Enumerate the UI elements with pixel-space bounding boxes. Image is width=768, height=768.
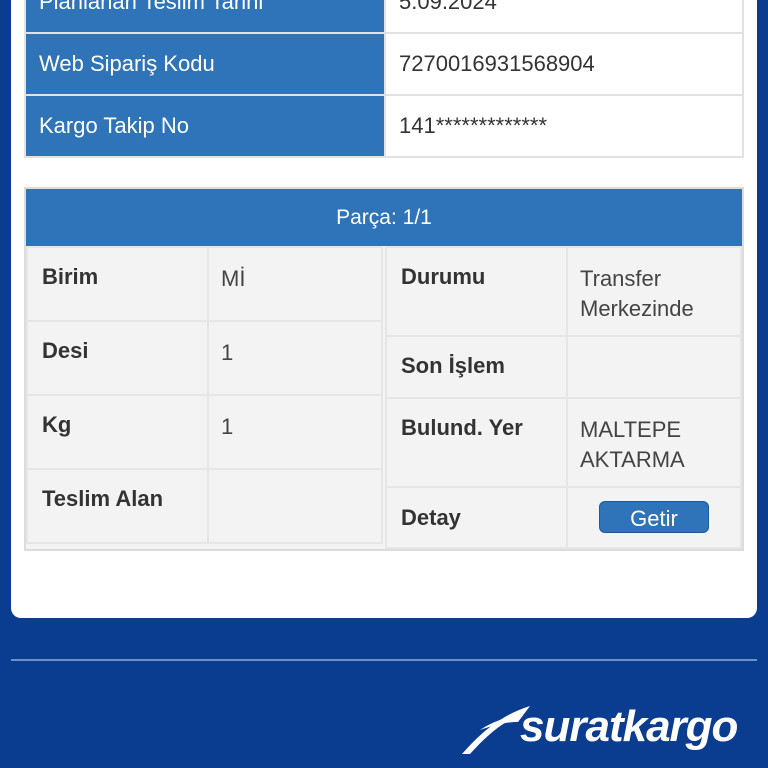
part-label: Son İşlem xyxy=(385,335,568,399)
footer-divider xyxy=(11,659,757,661)
shipment-info-table: Planlanan Teslim Tarihi 5.09.2024 Web Si… xyxy=(24,0,744,158)
part-value: Mİ xyxy=(207,246,383,322)
detail-cell: Getir xyxy=(566,486,742,549)
part-row: Kg 1 xyxy=(26,394,383,470)
part-value xyxy=(207,468,383,544)
part-panel: Parça: 1/1 Birim Mİ Desi 1 Kg 1 Teslim A… xyxy=(24,187,744,551)
part-value xyxy=(566,335,742,399)
part-label: Teslim Alan xyxy=(26,468,209,544)
part-label: Birim xyxy=(26,246,209,322)
location-value: MALTEPE AKTARMA xyxy=(566,397,742,488)
part-label: Durumu xyxy=(385,246,568,337)
part-row: Desi 1 xyxy=(26,320,383,396)
info-value: 5.09.2024 xyxy=(384,0,744,34)
info-row-tracking-no: Kargo Takip No 141************* xyxy=(24,94,744,158)
part-row: Durumu Transfer Merkezinde xyxy=(385,246,742,337)
info-row-web-order-code: Web Sipariş Kodu 7270016931568904 xyxy=(24,32,744,96)
getir-button[interactable]: Getir xyxy=(599,500,709,533)
info-row-planned-delivery: Planlanan Teslim Tarihi 5.09.2024 xyxy=(24,0,744,34)
part-row: Birim Mİ xyxy=(26,246,383,322)
info-value: 7270016931568904 xyxy=(384,32,744,96)
suratkargo-logo: suratkargo xyxy=(458,700,758,758)
part-value: 1 xyxy=(207,320,383,396)
part-right-table: Durumu Transfer Merkezinde Son İşlem Bul… xyxy=(385,246,742,549)
part-row: Son İşlem xyxy=(385,335,742,399)
part-label: Desi xyxy=(26,320,209,396)
part-label: Kg xyxy=(26,394,209,470)
part-header: Parça: 1/1 xyxy=(26,189,742,246)
part-row: Bulund. Yer MALTEPE AKTARMA xyxy=(385,397,742,488)
part-row: Detay Getir xyxy=(385,486,742,549)
part-label: Bulund. Yer xyxy=(385,397,568,488)
info-value: 141************* xyxy=(384,94,744,158)
part-value: 1 xyxy=(207,394,383,470)
part-label: Detay xyxy=(385,486,568,549)
part-left-table: Birim Mİ Desi 1 Kg 1 Teslim Alan xyxy=(26,246,383,544)
info-label: Kargo Takip No xyxy=(24,94,386,158)
logo-text: suratkargo xyxy=(520,702,738,751)
part-row: Teslim Alan xyxy=(26,468,383,544)
info-label: Planlanan Teslim Tarihi xyxy=(24,0,386,34)
status-value: Transfer Merkezinde xyxy=(566,246,742,337)
info-label: Web Sipariş Kodu xyxy=(24,32,386,96)
